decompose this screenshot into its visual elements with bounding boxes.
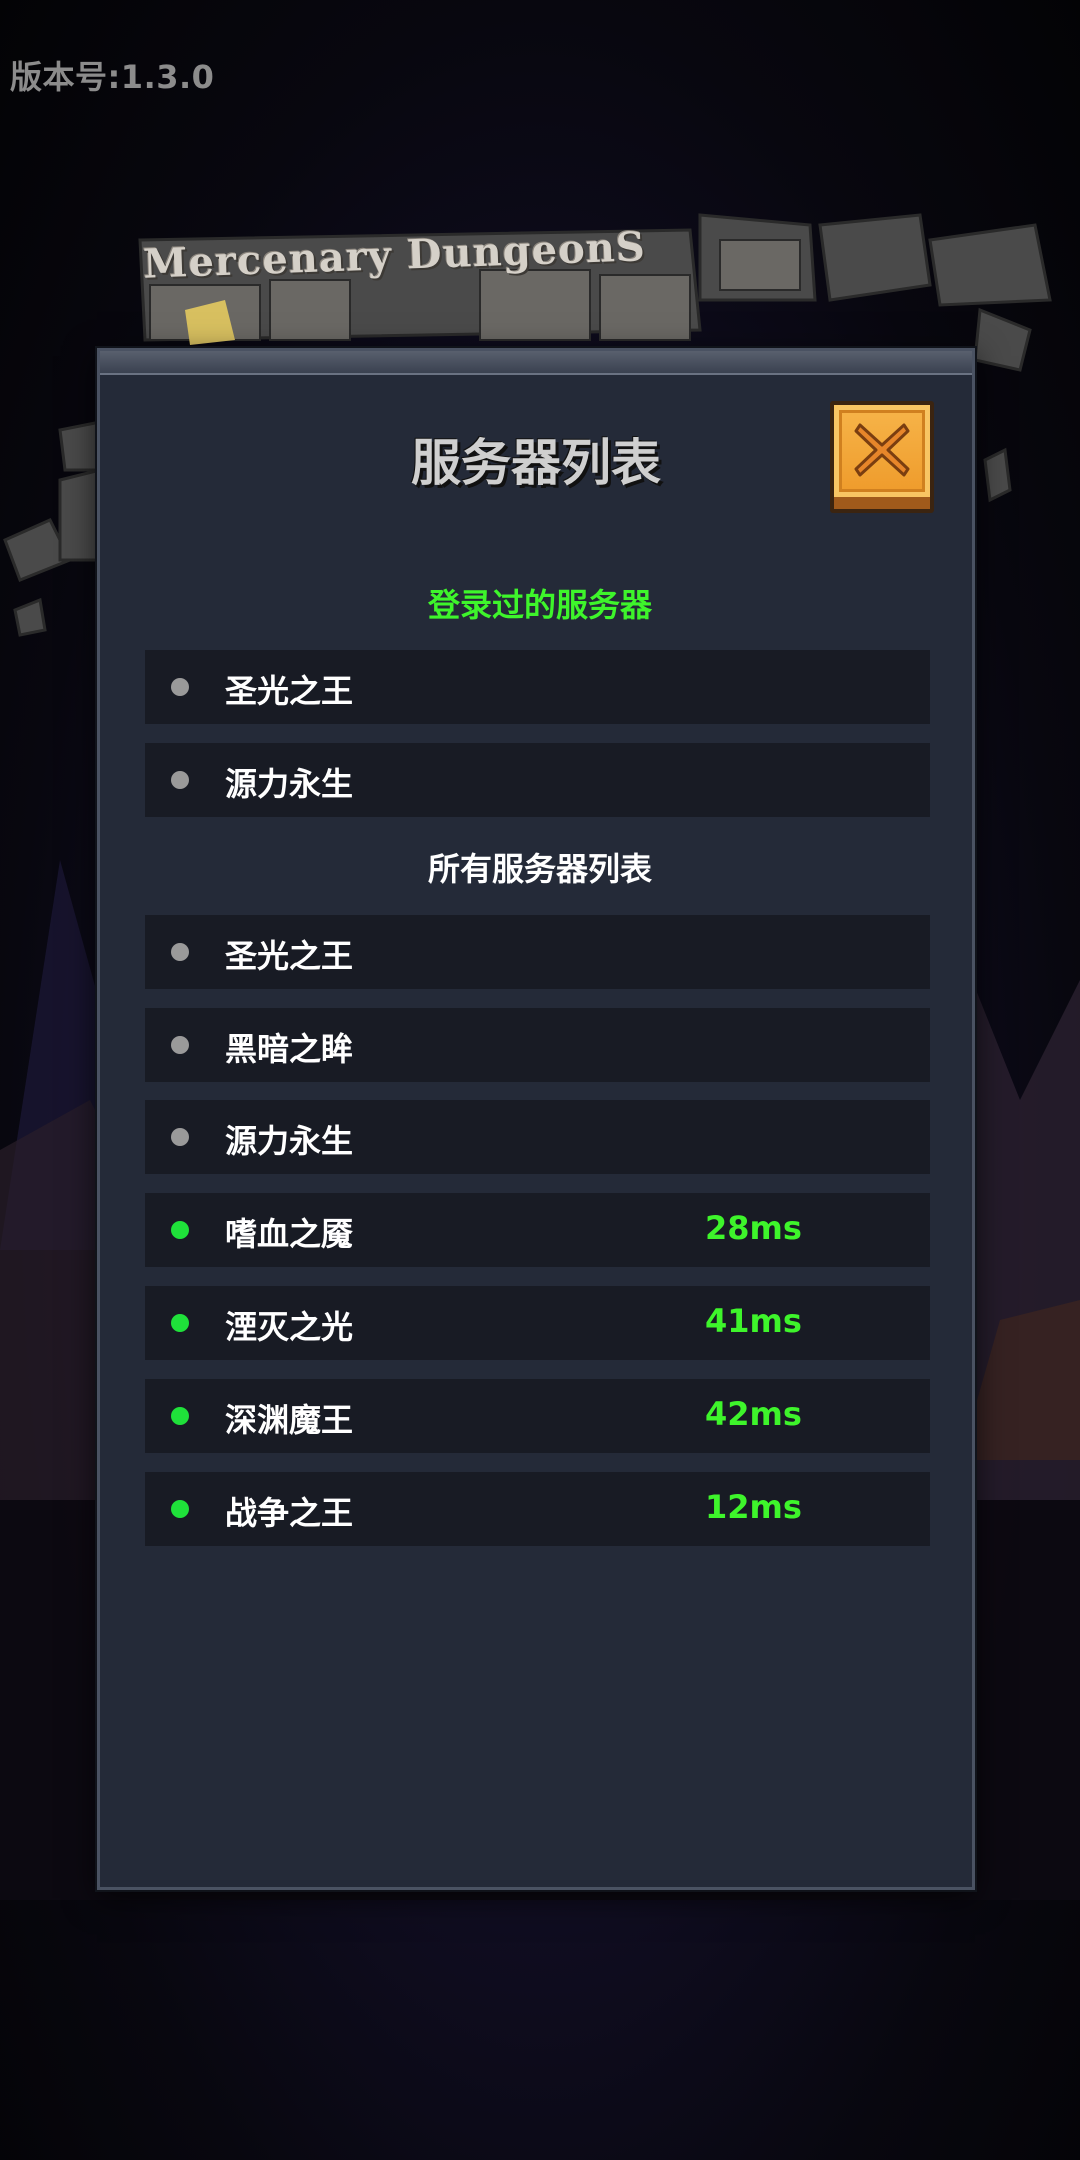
close-icon bbox=[854, 423, 910, 477]
server-name: 圣光之王 bbox=[225, 672, 354, 710]
status-dot-icon bbox=[171, 678, 189, 696]
all-servers-heading: 所有服务器列表 bbox=[427, 850, 652, 888]
status-dot-icon bbox=[171, 943, 189, 961]
panel-top-bar bbox=[100, 351, 972, 375]
server-ping: 41ms bbox=[705, 1302, 802, 1340]
recent-server-row[interactable]: 源力永生 bbox=[145, 743, 930, 817]
server-row[interactable]: 源力永生 bbox=[145, 1100, 930, 1174]
close-button[interactable] bbox=[830, 401, 934, 513]
server-ping: 42ms bbox=[705, 1395, 802, 1433]
recent-servers-heading: 登录过的服务器 bbox=[427, 586, 652, 624]
server-row[interactable]: 深渊魔王 42ms bbox=[145, 1379, 930, 1453]
recent-server-row[interactable]: 圣光之王 bbox=[145, 650, 930, 724]
server-row[interactable]: 战争之王 12ms bbox=[145, 1472, 930, 1546]
status-dot-icon bbox=[171, 1500, 189, 1518]
server-row[interactable]: 嗜血之魇 28ms bbox=[145, 1193, 930, 1267]
status-dot-icon bbox=[171, 1221, 189, 1239]
server-name: 战争之王 bbox=[225, 1494, 354, 1532]
server-row[interactable]: 湮灭之光 41ms bbox=[145, 1286, 930, 1360]
server-name: 深渊魔王 bbox=[225, 1401, 354, 1439]
server-name: 源力永生 bbox=[225, 765, 354, 803]
status-dot-icon bbox=[171, 771, 189, 789]
server-name: 湮灭之光 bbox=[225, 1308, 354, 1346]
server-name: 黑暗之眸 bbox=[225, 1030, 354, 1068]
status-dot-icon bbox=[171, 1128, 189, 1146]
status-dot-icon bbox=[171, 1314, 189, 1332]
server-name: 嗜血之魇 bbox=[225, 1215, 354, 1253]
server-ping: 12ms bbox=[705, 1488, 802, 1526]
server-row[interactable]: 圣光之王 bbox=[145, 915, 930, 989]
server-row[interactable]: 黑暗之眸 bbox=[145, 1008, 930, 1082]
server-ping: 28ms bbox=[705, 1209, 802, 1247]
server-name: 源力永生 bbox=[225, 1122, 354, 1160]
close-button-base bbox=[834, 497, 930, 509]
status-dot-icon bbox=[171, 1407, 189, 1425]
status-dot-icon bbox=[171, 1036, 189, 1054]
server-name: 圣光之王 bbox=[225, 937, 354, 975]
